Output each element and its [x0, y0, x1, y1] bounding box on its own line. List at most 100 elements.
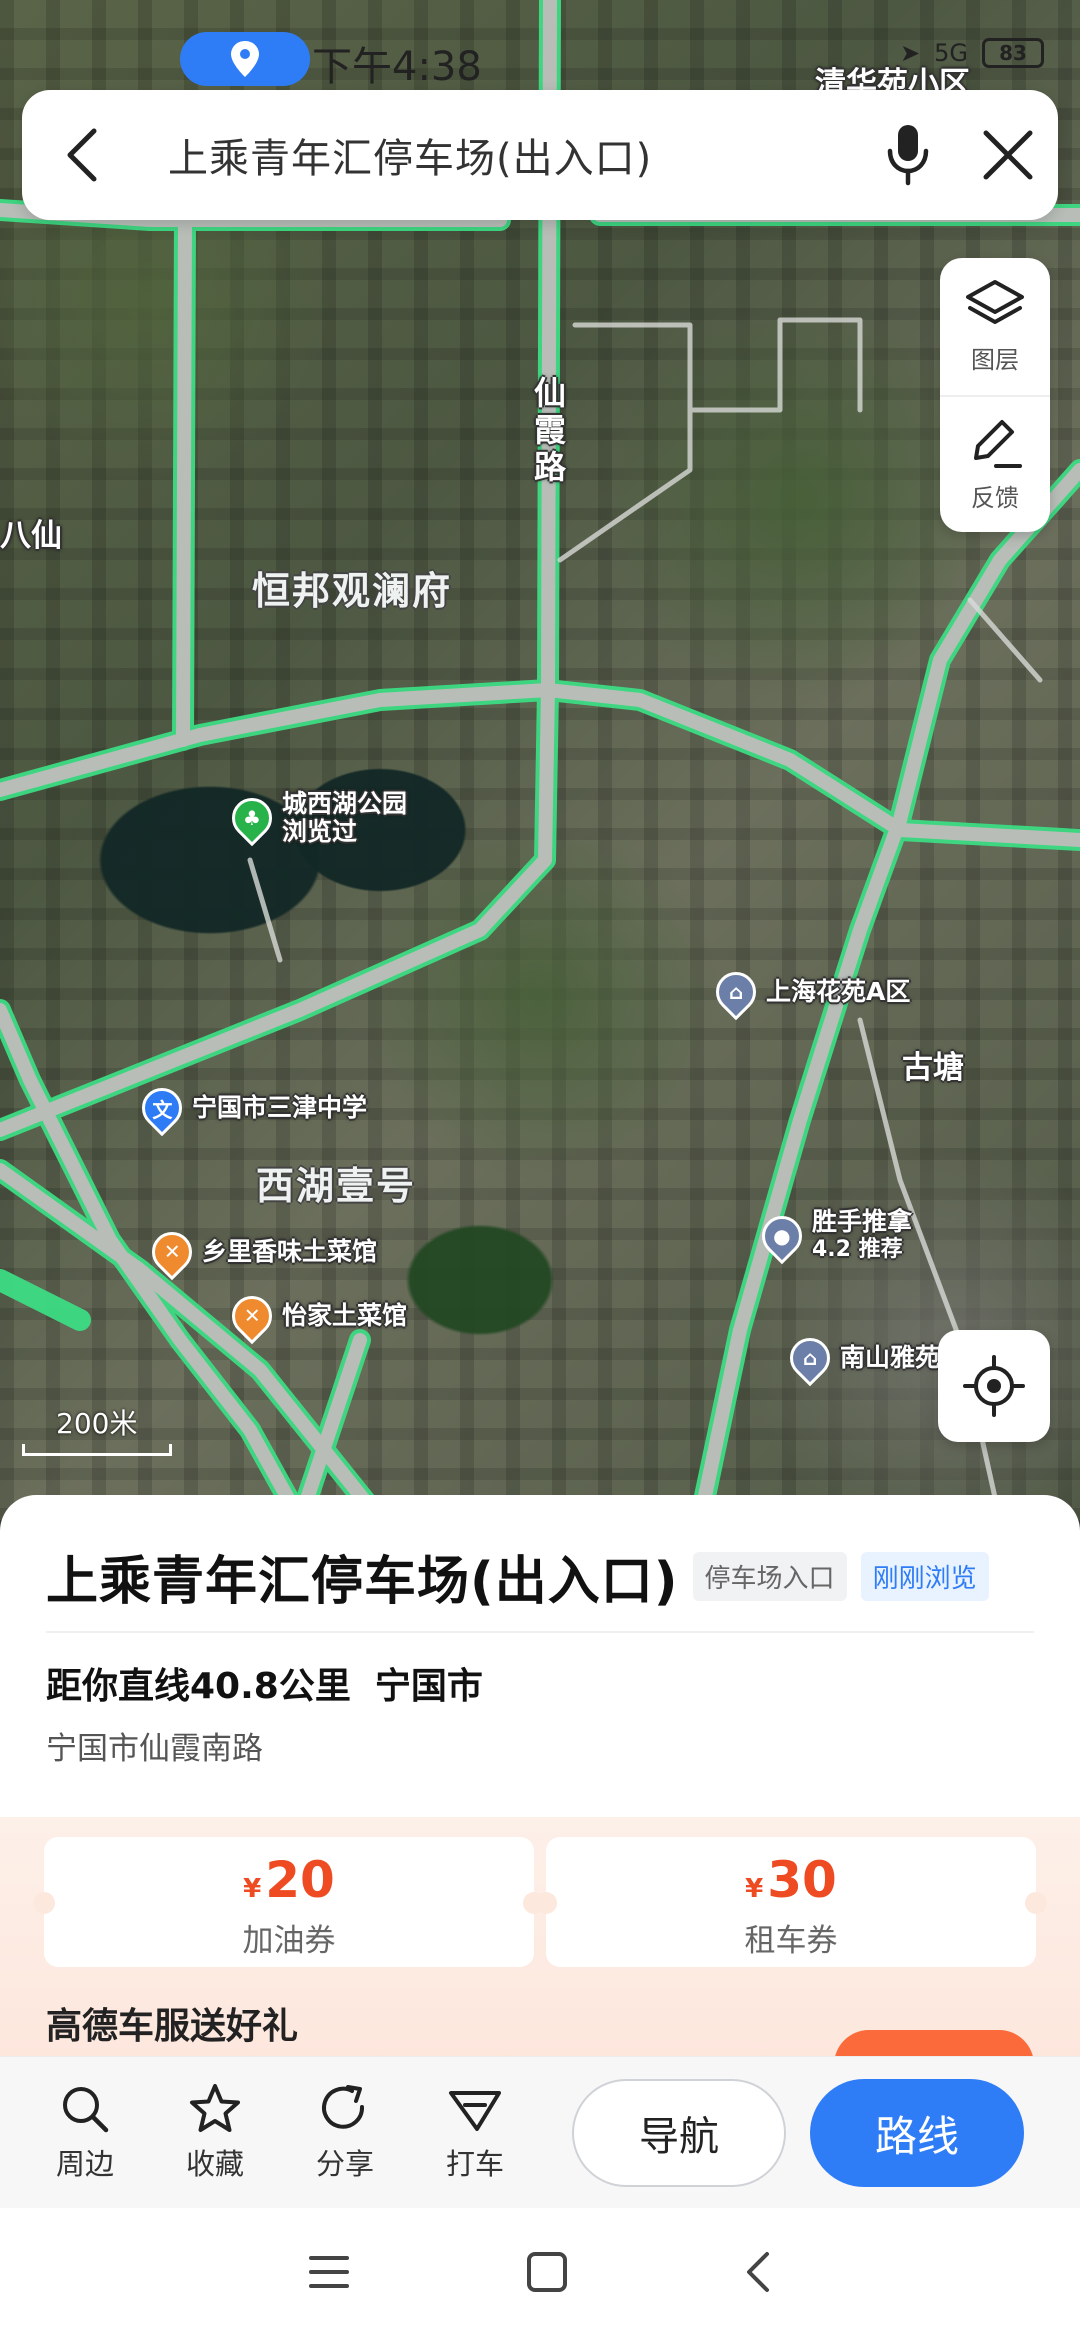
network-type: 5G: [934, 39, 968, 67]
road-network: [0, 0, 1080, 1520]
road-label-xianxia: 仙 霞 路: [534, 374, 567, 486]
search-bar: 上乘青年汇停车场(出入口): [22, 90, 1058, 220]
navigate-button[interactable]: 导航: [572, 2079, 786, 2187]
recent-view-tag: 刚刚浏览: [860, 1552, 989, 1601]
crosshair-icon: [963, 1355, 1025, 1417]
coupon-fuel[interactable]: ¥20 加油券: [33, 1837, 545, 1967]
scale-value: 200米: [56, 1407, 138, 1440]
favorite-button[interactable]: 收藏: [150, 2083, 280, 2183]
promo-title: 高德车服送好礼: [46, 2006, 299, 2047]
place-city: 宁国市: [374, 1666, 483, 1707]
back-arrow-icon: [67, 128, 97, 182]
search-icon: [63, 2086, 109, 2132]
nearby-label: 周边: [55, 2146, 114, 2181]
poi-nanshan[interactable]: ⌂ 南山雅苑: [781, 1329, 941, 1387]
poi-restaurant-1-name: 乡里香味土菜馆: [202, 1237, 378, 1266]
home-nav-button[interactable]: [525, 2250, 569, 2298]
battery-level: 83: [999, 41, 1027, 65]
poi-shanghai-name: 上海花苑A区: [766, 977, 911, 1006]
map-label-hengbang: 恒邦观澜府: [252, 569, 453, 613]
status-time: 下午4:38: [312, 44, 482, 90]
poi-park[interactable]: ♣ 城西湖公园 浏览过: [223, 789, 408, 847]
feedback-button[interactable]: 反馈: [940, 395, 1050, 532]
status-bar: 下午4:38 ➤ 5G 83: [0, 28, 1080, 90]
poi-park-sub: 浏览过: [282, 817, 358, 846]
map-scale: 200米: [22, 1402, 172, 1456]
share-label: 分享: [315, 2146, 374, 2181]
poi-school-name: 宁国市三津中学: [192, 1093, 368, 1122]
search-input[interactable]: 上乘青年汇停车场(出入口): [168, 126, 858, 184]
coupon-fuel-amount: ¥20: [44, 1851, 534, 1909]
poi-park-name: 城西湖公园: [282, 789, 408, 818]
back-button[interactable]: [32, 90, 132, 220]
close-button[interactable]: [958, 90, 1058, 220]
poi-shanghai-garden[interactable]: ⌂ 上海花苑A区: [707, 963, 911, 1021]
map-label-gutang: 古塘: [902, 1050, 964, 1086]
place-title-row: 上乘青年汇停车场(出入口) 停车场入口 刚刚浏览: [46, 1539, 989, 1614]
battery-icon: 83: [982, 38, 1044, 68]
location-pin-icon: [231, 41, 259, 77]
voice-search-button[interactable]: [858, 90, 958, 220]
location-indicator[interactable]: [180, 32, 310, 86]
menu-icon: [309, 2256, 349, 2288]
currency-symbol: ¥: [243, 1874, 262, 1904]
scale-bar: [22, 1444, 172, 1456]
feedback-pencil-icon: [974, 420, 1022, 468]
poi-restaurant-2[interactable]: ✕ 怡家土菜馆: [223, 1287, 408, 1345]
poi-massage-sub: 4.2 推荐: [812, 1237, 903, 1262]
coupon-rental-amount: ¥30: [546, 1851, 1036, 1909]
taxi-label: 打车: [445, 2146, 504, 2181]
menu-nav-button[interactable]: [307, 2252, 351, 2296]
layers-label: 图层: [971, 346, 1019, 374]
navigation-arrow-icon: ➤: [900, 39, 921, 67]
distance-row: 距你直线40.8公里 宁国市: [46, 1657, 483, 1709]
coupon-car-rental[interactable]: ¥30 租车券: [535, 1837, 1047, 1967]
nearby-button[interactable]: 周边: [20, 2083, 150, 2183]
route-button[interactable]: 路线: [810, 2079, 1024, 2187]
poi-nanshan-name: 南山雅苑: [840, 1343, 941, 1372]
back-nav-button[interactable]: [743, 2250, 773, 2298]
restaurant-pin-icon: ✕: [223, 1287, 281, 1345]
divider: [46, 1631, 1034, 1633]
locate-me-button[interactable]: [938, 1330, 1050, 1442]
coupon-rental-value: 30: [767, 1851, 837, 1909]
status-icons: ➤ 5G 83: [900, 38, 1044, 68]
coupon-rental-name: 租车券: [744, 1923, 838, 1959]
poi-restaurant-2-name: 怡家土菜馆: [282, 1301, 408, 1330]
poi-massage-name: 胜手推拿: [812, 1207, 913, 1236]
map-label-xihu-yihao: 西湖壹号: [256, 1164, 417, 1208]
taxi-button[interactable]: 打车: [410, 2083, 540, 2183]
currency-symbol: ¥: [745, 1874, 764, 1904]
share-button[interactable]: 分享: [280, 2083, 410, 2183]
school-pin-icon: 文: [133, 1079, 191, 1137]
residence-pin-icon: ⌂: [781, 1329, 839, 1387]
satellite-map[interactable]: 恒邦观澜府 西湖壹号 古塘 八仙 清华苑小区 仙 霞 路 ♣ 城西湖公园 浏览过…: [0, 0, 1080, 1520]
poi-restaurant-1[interactable]: ✕ 乡里香味土菜馆: [143, 1223, 378, 1281]
layers-icon: [966, 280, 1024, 324]
favorite-label: 收藏: [185, 2146, 244, 2181]
feedback-label: 反馈: [971, 484, 1019, 512]
residence-pin-icon: ⌂: [707, 963, 765, 1021]
back-triangle-icon: [747, 2252, 769, 2292]
close-icon: [983, 130, 1033, 180]
microphone-icon: [887, 125, 929, 186]
park-pin-icon: ♣: [223, 789, 281, 847]
place-distance: 距你直线40.8公里: [46, 1666, 351, 1707]
system-navigation-bar: [0, 2208, 1080, 2340]
share-icon: [322, 2084, 365, 2129]
taxi-flag-icon: [449, 2090, 501, 2131]
map-tools-panel: 图层 反馈: [940, 258, 1050, 532]
poi-school[interactable]: 文 宁国市三津中学: [133, 1079, 368, 1137]
location-pin-icon: ●: [753, 1207, 811, 1265]
place-name: 上乘青年汇停车场(出入口): [46, 1552, 679, 1612]
restaurant-pin-icon: ✕: [143, 1223, 201, 1281]
coupon-fuel-name: 加油券: [242, 1923, 336, 1959]
coupon-fuel-value: 20: [265, 1851, 335, 1909]
home-square-icon: [527, 2252, 567, 2292]
place-address: 宁国市仙霞南路: [46, 1731, 263, 1767]
poi-massage[interactable]: ● 胜手推拿 4.2 推荐: [753, 1207, 913, 1265]
layers-button[interactable]: 图层: [940, 258, 1050, 395]
map-label-baxian: 八仙: [0, 518, 62, 554]
place-type-tag: 停车场入口: [692, 1552, 847, 1601]
action-bar: 周边 收藏 分享 打车 导航 路线: [0, 2056, 1080, 2208]
